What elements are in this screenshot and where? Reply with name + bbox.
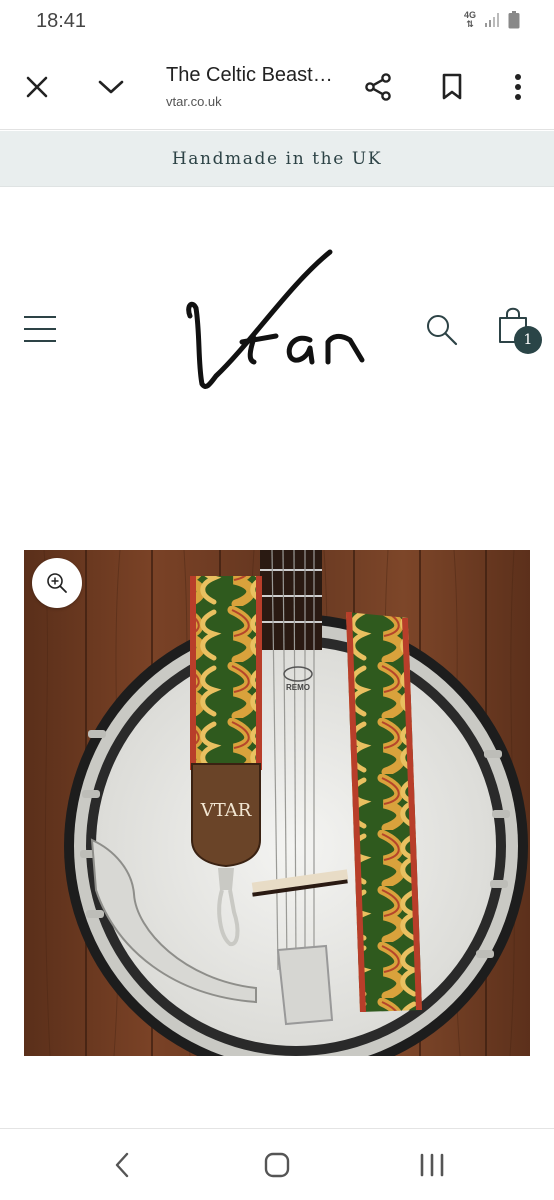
chevron-down-icon [98,80,124,94]
search-button[interactable] [424,312,460,348]
recents-button[interactable] [410,1145,454,1185]
signal-icon [485,13,499,27]
search-icon [427,315,458,346]
announcement-bar: Handmade in the UK [0,131,554,187]
back-icon [115,1152,129,1178]
recents-icon [420,1153,444,1177]
more-vert-icon [515,74,521,100]
home-button[interactable] [255,1145,299,1185]
home-icon [264,1152,290,1178]
bookmark-button[interactable] [429,64,475,110]
data-arrows-icon: ⇅ [466,19,474,29]
share-icon [365,73,391,101]
close-button[interactable] [14,64,60,110]
zoom-button[interactable] [32,558,82,608]
status-bar: 18:41 4G ⇅ [0,0,554,44]
zoom-in-icon [47,573,67,593]
drumhead-brand: REMO [286,683,310,692]
share-button[interactable] [355,64,401,110]
status-icons: 4G ⇅ [464,11,520,29]
product-image[interactable]: REMO VTAR [24,550,530,1056]
page-url[interactable]: vtar.co.uk [166,94,222,109]
menu-button[interactable] [24,314,56,344]
site-header: 1 [0,188,554,488]
page-title[interactable]: The Celtic Beast Banjo Strap [166,64,336,87]
strap-label: VTAR [200,800,252,821]
back-button[interactable] [100,1145,144,1185]
battery-icon [508,11,520,29]
system-nav-bar [0,1128,554,1200]
status-time: 18:41 [36,10,87,32]
close-icon [26,76,48,98]
more-options-button[interactable] [495,64,541,110]
vtar-logo[interactable] [180,244,380,404]
menu-icon [24,316,56,318]
bookmark-icon [442,73,462,100]
network-type-label: 4G ⇅ [463,10,476,29]
collapse-button[interactable] [88,64,134,110]
browser-toolbar: The Celtic Beast Banjo Strap vtar.co.uk [0,44,554,130]
cart-count-badge: 1 [514,326,542,354]
cart-button[interactable]: 1 [494,304,544,354]
announcement-text: Handmade in the UK [171,148,383,169]
